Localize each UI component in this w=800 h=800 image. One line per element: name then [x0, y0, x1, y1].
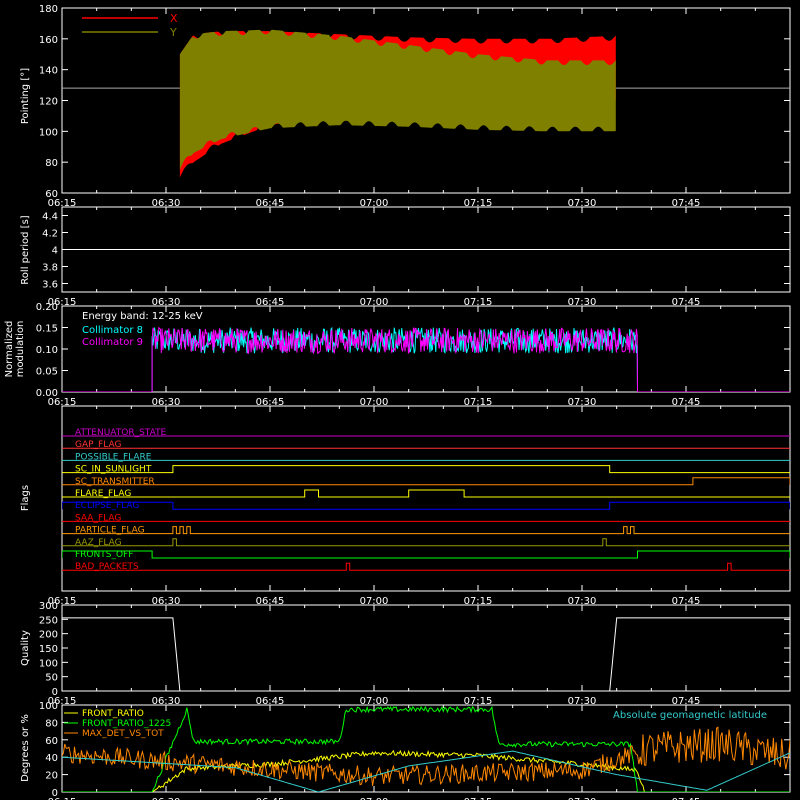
- flag-trace: [62, 477, 790, 486]
- y-tick-label: 3.6: [42, 280, 58, 291]
- y-tick-label: 40: [45, 753, 58, 764]
- panel-2: 06:15 06:30 06:45 07:00 07:15 07:30 07:453.63.…: [20, 206, 791, 308]
- flag-label: FRONTS_OFF: [75, 550, 133, 560]
- y-tick-label: 300: [39, 601, 58, 612]
- y-tick-label: 120: [39, 97, 58, 108]
- y-tick-label: 4: [52, 246, 58, 257]
- y-axis-label: Flags: [20, 485, 31, 511]
- legend-label: FRONT_RATIO: [82, 709, 144, 719]
- plot-area: [62, 326, 790, 392]
- flag-trace: [62, 526, 790, 535]
- legend-label-X: X: [170, 12, 178, 25]
- flag-label: POSSIBLE_FLARE: [75, 452, 152, 462]
- flag-label: SC_TRANSMITTER: [75, 477, 155, 487]
- flag-trace: [62, 562, 790, 571]
- y-tick-label: 60: [45, 736, 58, 747]
- panel-3: 06:15 06:30 06:45 07:00 07:15 07:30 07:450.000…: [4, 302, 791, 408]
- panel-5: 06:15 06:30 06:45 07:00 07:15 07:30 07:4505010…: [20, 601, 791, 707]
- plot-area: [62, 617, 790, 691]
- legend-label: FRONT_RATIO_1225: [82, 719, 171, 729]
- legend-label-collimator-8: Collimator 8: [82, 325, 143, 336]
- plot-area: [62, 435, 790, 571]
- y-tick-label: 4.2: [42, 229, 58, 240]
- y-tick-label: 100: [39, 701, 58, 712]
- y-axis-label: Quality: [20, 630, 31, 666]
- legend: XY: [82, 12, 178, 39]
- y-tick-label: 160: [39, 35, 58, 46]
- y-tick-label: 50: [45, 673, 58, 684]
- flag-trace: [62, 465, 790, 474]
- y-tick-label: 80: [45, 718, 58, 729]
- flag-label: PARTICLE_FLAG: [75, 526, 145, 536]
- legend-label-geomagnetic: Absolute geomagnetic latitude: [613, 710, 767, 721]
- y-tick-label: 0.05: [36, 367, 58, 378]
- plot-area: [62, 29, 790, 178]
- flag-label: SAA_FLAG: [75, 513, 121, 523]
- legend-label: MAX_DET_VS_TOT: [82, 729, 164, 739]
- panel-4: 06:15 06:30 06:45 07:00 07:15 07:30 07:45Flags…: [20, 405, 791, 607]
- flag-label: ECLIPSE_FLAG: [75, 501, 139, 511]
- y-tick-label: 180: [39, 4, 58, 15]
- y-axis-label: Pointing [°]: [20, 68, 31, 124]
- legend-label-Y: Y: [169, 26, 177, 39]
- flag-trace: [62, 550, 790, 559]
- energy-band-label: Energy band: 12-25 keV: [82, 311, 203, 322]
- y-tick-label: 0: [52, 687, 58, 698]
- flag-label: BAD_PACKETS: [75, 562, 139, 572]
- y-axis-label: Degrees or %: [20, 714, 31, 782]
- y-tick-label: 100: [39, 658, 58, 669]
- y-tick-label: 0.15: [36, 324, 58, 335]
- flag-label: GAP_FLAG: [75, 440, 121, 450]
- flag-trace: [62, 501, 790, 510]
- y-tick-label: 60: [45, 189, 58, 200]
- panel-6: 06:1506:3006:4507:0007:1507:3007:4502040…: [20, 701, 791, 800]
- flag-trace: [62, 489, 790, 498]
- y-axis-label: Normalizedmodulation: [4, 321, 26, 378]
- y-tick-label: 140: [39, 66, 58, 77]
- y-tick-label: 0.00: [36, 388, 58, 399]
- flag-label: SC_IN_SUNLIGHT: [75, 465, 152, 475]
- flag-label: ATTENUATOR_STATE: [75, 428, 167, 438]
- y-axis-label: Roll period [s]: [20, 215, 31, 284]
- quality-line: [62, 617, 790, 691]
- panel-frame: [61, 405, 791, 592]
- flag-trace: [62, 538, 790, 547]
- y-tick-label: 4.4: [42, 212, 58, 223]
- y-tick-label: 0.10: [36, 345, 58, 356]
- panel-1: 06:15 06:30 06:45 07:00 07:15 07:30 07:4560801…: [20, 4, 791, 209]
- y-tick-label: 200: [39, 630, 58, 641]
- y-tick-label: 150: [39, 644, 58, 655]
- flag-label: AAZ_FLAG: [75, 538, 122, 548]
- legend-label-collimator-9: Collimator 9: [82, 337, 143, 348]
- series-max-det-vs-tot: [62, 726, 790, 786]
- y-tick-label: 3.8: [42, 263, 58, 274]
- y-tick-label: 250: [39, 615, 58, 626]
- y-tick-label: 0.20: [36, 302, 58, 313]
- y-tick-label: 80: [45, 158, 58, 169]
- y-tick-label: 0: [52, 788, 58, 799]
- flag-label: FLARE_FLAG: [75, 489, 131, 499]
- y-tick-label: 100: [39, 127, 58, 138]
- rhessi-quicklook-figure: 06:15 06:30 06:45 07:00 07:15 07:30 07:4560801…: [4, 4, 791, 800]
- y-tick-label: 20: [45, 771, 58, 782]
